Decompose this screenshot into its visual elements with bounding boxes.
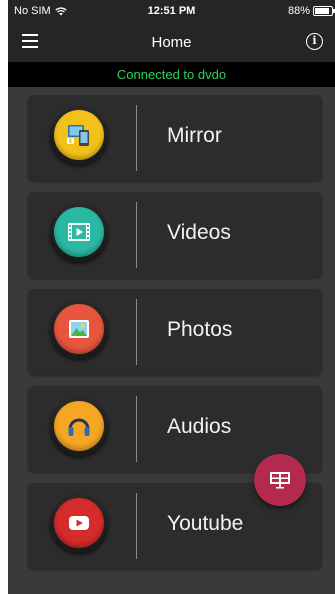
app-bar: Home i <box>8 22 335 62</box>
menu-item-label: Audios <box>167 415 232 438</box>
mirror-icon-ring: t <box>50 107 108 165</box>
menu-item-photos[interactable]: Photos <box>28 289 322 375</box>
menu-item-label: Mirror <box>167 124 222 147</box>
menu-divider <box>136 493 137 559</box>
menu-divider <box>136 396 137 462</box>
info-icon[interactable]: i <box>306 33 323 50</box>
menu-item-label: Photos <box>167 318 233 341</box>
status-time: 12:51 PM <box>147 5 196 17</box>
photos-icon-ring <box>50 301 108 359</box>
photo-icon <box>54 304 104 354</box>
battery-icon <box>313 6 335 16</box>
cast-screen-button[interactable] <box>254 454 306 506</box>
menu-divider <box>136 105 137 171</box>
app-screen: No SIM 12:51 PM 88% Home i Connected to … <box>8 0 335 594</box>
status-bar: No SIM 12:51 PM 88% <box>8 0 335 22</box>
connection-status-banner: Connected to dvdo <box>8 62 335 87</box>
page-title: Home <box>151 34 192 51</box>
cast-screen-icon <box>270 472 290 489</box>
menu-item-videos[interactable]: Videos <box>28 192 322 278</box>
status-right: 88% <box>287 5 335 17</box>
menu-item-label: Youtube <box>167 512 244 535</box>
menu-divider <box>136 202 137 268</box>
audios-icon-ring <box>50 398 108 456</box>
menu-item-label: Videos <box>167 221 231 244</box>
battery-percent: 88% <box>287 5 310 17</box>
headphones-icon <box>54 401 104 451</box>
battery-fill <box>315 8 330 14</box>
svg-text:t: t <box>69 138 72 145</box>
menu-divider <box>136 299 137 365</box>
menu-item-mirror[interactable]: t Mirror <box>28 95 322 181</box>
mirror-icon: t <box>54 110 104 160</box>
youtube-icon <box>54 498 104 548</box>
videos-icon-ring <box>50 204 108 262</box>
youtube-icon-ring <box>50 495 108 553</box>
video-film-icon <box>54 207 104 257</box>
